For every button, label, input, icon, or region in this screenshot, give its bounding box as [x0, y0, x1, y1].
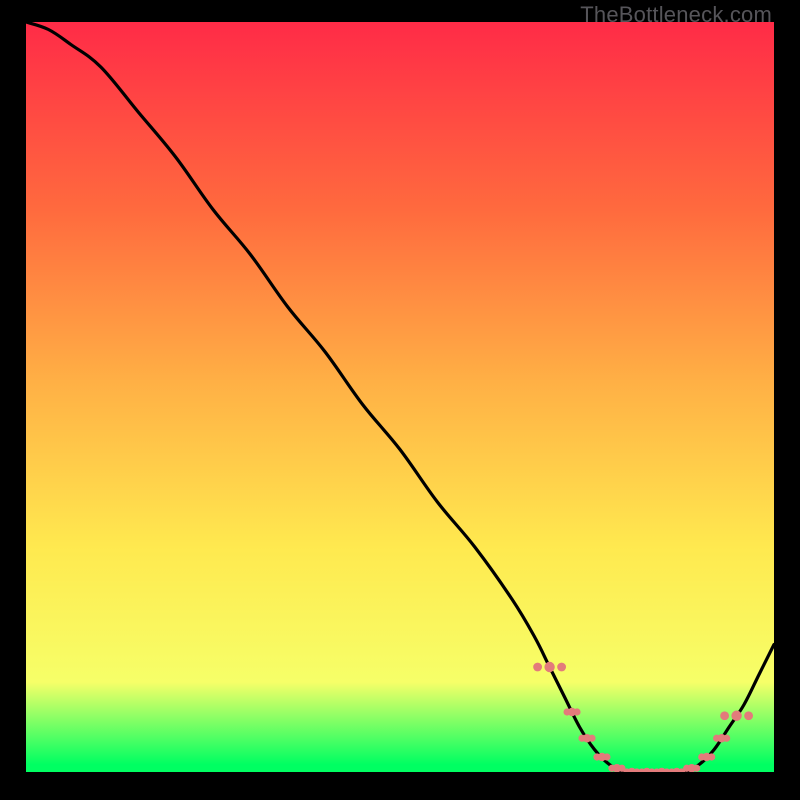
dot	[557, 663, 566, 672]
dot	[533, 663, 542, 672]
dot	[731, 711, 741, 721]
dot	[603, 753, 610, 760]
dot	[720, 711, 729, 720]
chart-frame	[26, 22, 774, 772]
dot	[544, 662, 554, 672]
dot	[744, 711, 753, 720]
gradient-background	[26, 22, 774, 772]
dot	[723, 735, 730, 742]
watermark-text: TheBottleneck.com	[580, 2, 772, 28]
dot	[693, 765, 700, 772]
chart-svg	[26, 22, 774, 772]
dot	[708, 753, 715, 760]
dot	[588, 735, 595, 742]
dot	[573, 708, 580, 715]
